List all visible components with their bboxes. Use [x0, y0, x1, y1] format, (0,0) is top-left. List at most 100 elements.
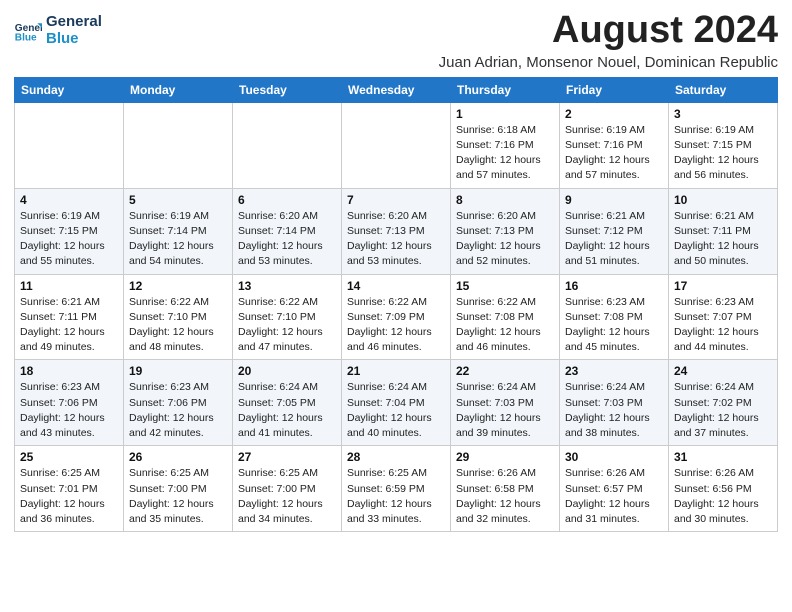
day-number: 11	[20, 279, 118, 293]
day-number: 28	[347, 450, 445, 464]
day-info: Sunrise: 6:22 AMSunset: 7:10 PMDaylight:…	[238, 295, 336, 356]
calendar-cell: 21Sunrise: 6:24 AMSunset: 7:04 PMDayligh…	[342, 360, 451, 446]
calendar-cell: 22 Sunrise: 6:24 AMSunset: 7:03 PMDayligh…	[451, 360, 560, 446]
day-info: Sunrise: 6:24 AMSunset: 7:03 PMDaylight:…	[456, 380, 554, 441]
day-info: Sunrise: 6:24 AMSunset: 7:02 PMDaylight:…	[674, 380, 772, 441]
page: General Blue General Blue August 2024 Ju…	[0, 0, 792, 612]
day-info: Sunrise: 6:25 AMSunset: 7:01 PMDaylight:…	[20, 466, 118, 527]
day-info: Sunrise: 6:19 AMSunset: 7:16 PMDaylight:…	[565, 123, 663, 184]
calendar-header-row: SundayMondayTuesdayWednesdayThursdayFrid…	[15, 77, 778, 102]
day-number: 20	[238, 364, 336, 378]
day-number: 30	[565, 450, 663, 464]
day-info: Sunrise: 6:19 AMSunset: 7:15 PMDaylight:…	[674, 123, 772, 184]
day-number: 7	[347, 193, 445, 207]
day-info: Sunrise: 6:24 AMSunset: 7:03 PMDaylight:…	[565, 380, 663, 441]
day-number: 26	[129, 450, 227, 464]
day-info: Sunrise: 6:22 AMSunset: 7:09 PMDaylight:…	[347, 295, 445, 356]
calendar-cell: 27 Sunrise: 6:25 AMSunset: 7:00 PMDayligh…	[233, 446, 342, 532]
calendar-cell: 26Sunrise: 6:25 AMSunset: 7:00 PMDayligh…	[124, 446, 233, 532]
calendar-week-4: 18 Sunrise: 6:23 AMSunset: 7:06 PMDayligh…	[15, 360, 778, 446]
calendar-cell: 2Sunrise: 6:19 AMSunset: 7:16 PMDaylight…	[560, 102, 669, 188]
day-info: Sunrise: 6:20 AMSunset: 7:13 PMDaylight:…	[347, 209, 445, 270]
day-number: 31	[674, 450, 772, 464]
weekday-header-thursday: Thursday	[451, 77, 560, 102]
day-info: Sunrise: 6:23 AMSunset: 7:06 PMDaylight:…	[20, 380, 118, 441]
day-number: 3	[674, 107, 772, 121]
calendar-week-2: 4Sunrise: 6:19 AMSunset: 7:15 PMDaylight…	[15, 188, 778, 274]
calendar-cell: 11 Sunrise: 6:21 AMSunset: 7:11 PMDayligh…	[15, 274, 124, 360]
day-info: Sunrise: 6:19 AMSunset: 7:14 PMDaylight:…	[129, 209, 227, 270]
calendar: SundayMondayTuesdayWednesdayThursdayFrid…	[14, 77, 778, 532]
day-number: 27	[238, 450, 336, 464]
day-number: 1	[456, 107, 554, 121]
day-info: Sunrise: 6:23 AMSunset: 7:06 PMDaylight:…	[129, 380, 227, 441]
calendar-cell: 25Sunrise: 6:25 AMSunset: 7:01 PMDayligh…	[15, 446, 124, 532]
day-number: 9	[565, 193, 663, 207]
weekday-header-saturday: Saturday	[669, 77, 778, 102]
calendar-cell: 17 Sunrise: 6:23 AMSunset: 7:07 PMDayligh…	[669, 274, 778, 360]
weekday-header-wednesday: Wednesday	[342, 77, 451, 102]
day-info: Sunrise: 6:21 AMSunset: 7:12 PMDaylight:…	[565, 209, 663, 270]
day-number: 17	[674, 279, 772, 293]
logo: General Blue General Blue	[14, 14, 102, 47]
calendar-cell: 28Sunrise: 6:25 AMSunset: 6:59 PMDayligh…	[342, 446, 451, 532]
day-number: 22	[456, 364, 554, 378]
calendar-cell: 29Sunrise: 6:26 AMSunset: 6:58 PMDayligh…	[451, 446, 560, 532]
calendar-cell: 10 Sunrise: 6:21 AMSunset: 7:11 PMDayligh…	[669, 188, 778, 274]
calendar-cell	[233, 102, 342, 188]
logo-text-blue: Blue	[46, 31, 102, 48]
main-title: August 2024	[112, 10, 778, 52]
calendar-week-1: 1 Sunrise: 6:18 AMSunset: 7:16 PMDaylight…	[15, 102, 778, 188]
day-info: Sunrise: 6:23 AMSunset: 7:08 PMDaylight:…	[565, 295, 663, 356]
weekday-header-sunday: Sunday	[15, 77, 124, 102]
calendar-cell: 1 Sunrise: 6:18 AMSunset: 7:16 PMDaylight…	[451, 102, 560, 188]
logo-icon: General Blue	[14, 17, 42, 45]
calendar-cell: 20 Sunrise: 6:24 AMSunset: 7:05 PMDayligh…	[233, 360, 342, 446]
day-number: 23	[565, 364, 663, 378]
day-info: Sunrise: 6:20 AMSunset: 7:13 PMDaylight:…	[456, 209, 554, 270]
day-info: Sunrise: 6:18 AMSunset: 7:16 PMDaylight:…	[456, 123, 554, 184]
calendar-cell: 15Sunrise: 6:22 AMSunset: 7:08 PMDayligh…	[451, 274, 560, 360]
day-info: Sunrise: 6:22 AMSunset: 7:10 PMDaylight:…	[129, 295, 227, 356]
calendar-cell: 13 Sunrise: 6:22 AMSunset: 7:10 PMDayligh…	[233, 274, 342, 360]
calendar-body: 1 Sunrise: 6:18 AMSunset: 7:16 PMDaylight…	[15, 102, 778, 531]
calendar-cell: 23 Sunrise: 6:24 AMSunset: 7:03 PMDayligh…	[560, 360, 669, 446]
weekday-header-friday: Friday	[560, 77, 669, 102]
day-info: Sunrise: 6:24 AMSunset: 7:05 PMDaylight:…	[238, 380, 336, 441]
calendar-cell	[342, 102, 451, 188]
weekday-header-monday: Monday	[124, 77, 233, 102]
calendar-cell: 6Sunrise: 6:20 AMSunset: 7:14 PMDaylight…	[233, 188, 342, 274]
day-info: Sunrise: 6:21 AMSunset: 7:11 PMDaylight:…	[20, 295, 118, 356]
day-info: Sunrise: 6:26 AMSunset: 6:56 PMDaylight:…	[674, 466, 772, 527]
calendar-week-3: 11 Sunrise: 6:21 AMSunset: 7:11 PMDayligh…	[15, 274, 778, 360]
calendar-cell: 16 Sunrise: 6:23 AMSunset: 7:08 PMDayligh…	[560, 274, 669, 360]
calendar-cell	[124, 102, 233, 188]
calendar-cell: 7 Sunrise: 6:20 AMSunset: 7:13 PMDaylight…	[342, 188, 451, 274]
calendar-cell	[15, 102, 124, 188]
calendar-cell: 12Sunrise: 6:22 AMSunset: 7:10 PMDayligh…	[124, 274, 233, 360]
day-info: Sunrise: 6:26 AMSunset: 6:57 PMDaylight:…	[565, 466, 663, 527]
svg-text:Blue: Blue	[15, 32, 37, 43]
day-number: 15	[456, 279, 554, 293]
day-number: 10	[674, 193, 772, 207]
calendar-cell: 18 Sunrise: 6:23 AMSunset: 7:06 PMDayligh…	[15, 360, 124, 446]
calendar-cell: 19Sunrise: 6:23 AMSunset: 7:06 PMDayligh…	[124, 360, 233, 446]
day-number: 13	[238, 279, 336, 293]
calendar-cell: 9 Sunrise: 6:21 AMSunset: 7:12 PMDaylight…	[560, 188, 669, 274]
day-number: 16	[565, 279, 663, 293]
calendar-cell: 4Sunrise: 6:19 AMSunset: 7:15 PMDaylight…	[15, 188, 124, 274]
day-info: Sunrise: 6:23 AMSunset: 7:07 PMDaylight:…	[674, 295, 772, 356]
day-number: 21	[347, 364, 445, 378]
day-number: 18	[20, 364, 118, 378]
calendar-cell: 14 Sunrise: 6:22 AMSunset: 7:09 PMDayligh…	[342, 274, 451, 360]
day-info: Sunrise: 6:21 AMSunset: 7:11 PMDaylight:…	[674, 209, 772, 270]
day-number: 24	[674, 364, 772, 378]
calendar-week-5: 25Sunrise: 6:25 AMSunset: 7:01 PMDayligh…	[15, 446, 778, 532]
day-info: Sunrise: 6:25 AMSunset: 7:00 PMDaylight:…	[238, 466, 336, 527]
day-info: Sunrise: 6:19 AMSunset: 7:15 PMDaylight:…	[20, 209, 118, 270]
logo-text-general: General	[46, 14, 102, 31]
title-block: August 2024 Juan Adrian, Monsenor Nouel,…	[102, 10, 778, 71]
day-number: 14	[347, 279, 445, 293]
calendar-cell: 5Sunrise: 6:19 AMSunset: 7:14 PMDaylight…	[124, 188, 233, 274]
calendar-cell: 30 Sunrise: 6:26 AMSunset: 6:57 PMDayligh…	[560, 446, 669, 532]
